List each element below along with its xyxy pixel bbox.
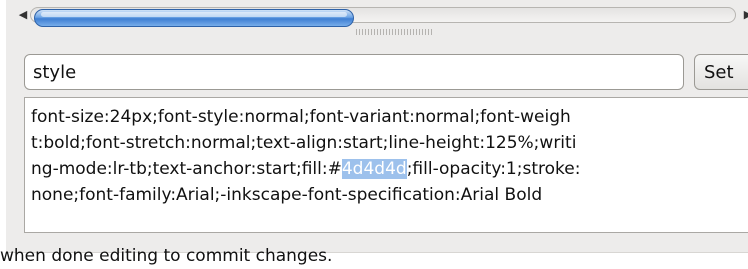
value-line-1: font-size:24px;font-style:normal;font-va… — [31, 107, 571, 127]
attribute-editor-window: ◀ ▶ Set font-size:24px;font-style:normal… — [0, 0, 748, 269]
value-line-3-before: ng-mode:lr-tb;text-anchor:start;fill:# — [31, 159, 342, 179]
set-button[interactable]: Set — [694, 54, 748, 90]
attribute-name-input[interactable] — [24, 54, 684, 90]
scrollbar-thumb[interactable] — [34, 9, 354, 27]
value-line-2: t:bold;font-stretch:normal;text-align:st… — [31, 133, 577, 153]
value-line-4: none;font-family:Arial;-inkscape-font-sp… — [31, 185, 543, 205]
commit-hint-text: when done editing to commit changes. — [0, 246, 333, 266]
horizontal-scrollbar[interactable]: ◀ ▶ — [6, 5, 748, 27]
attribute-value-textarea[interactable]: font-size:24px;font-style:normal;font-va… — [24, 97, 748, 233]
scroll-right-icon[interactable]: ▶ — [739, 5, 748, 23]
pane-resize-handle[interactable] — [356, 29, 432, 35]
selected-text: 4d4d4d — [341, 159, 407, 179]
value-line-3-after: ;fill-opacity:1;stroke: — [406, 159, 581, 179]
